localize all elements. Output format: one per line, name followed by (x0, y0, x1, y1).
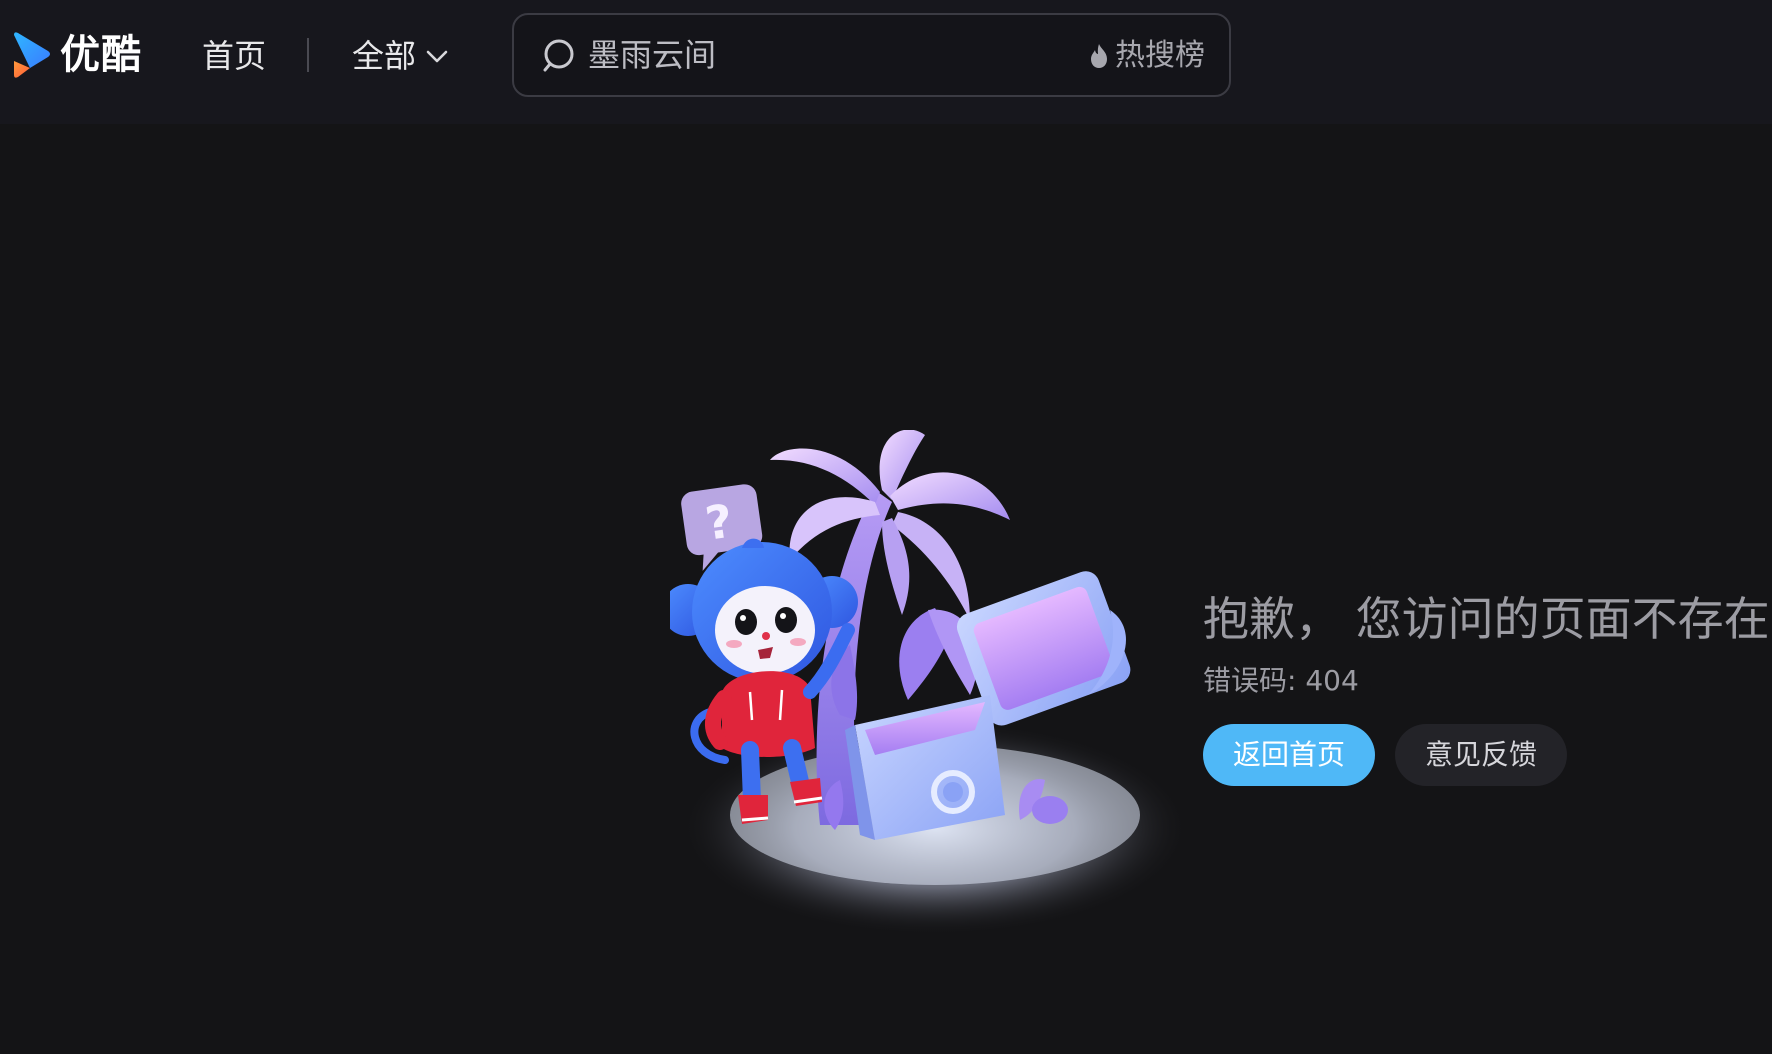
return-home-button[interactable]: 返回首页 (1203, 724, 1375, 786)
not-found-illustration: ? (670, 430, 1190, 936)
nav-all-label: 全部 (352, 37, 417, 75)
error-title: 抱歉， 您访问的页面不存在 (1203, 592, 1770, 646)
search-icon[interactable] (540, 37, 578, 75)
hot-search-link[interactable]: 热搜榜 (1089, 35, 1205, 77)
youku-logo[interactable]: 优酷 (10, 30, 142, 80)
nav-all-dropdown[interactable]: 全部 (352, 34, 450, 78)
feedback-button[interactable]: 意见反馈 (1395, 724, 1567, 786)
logo-text: 优酷 (60, 32, 142, 78)
top-nav-bar: 优酷 首页 全部 热搜榜 (0, 0, 1772, 124)
hot-search-label: 热搜榜 (1115, 38, 1205, 73)
flame-icon (1091, 44, 1107, 68)
search-input[interactable] (586, 27, 1006, 83)
error-code: 错误码: 404 (1203, 664, 1359, 697)
chevron-down-icon (426, 50, 448, 63)
search-box[interactable]: 热搜榜 (512, 13, 1231, 97)
youku-play-logo-icon (14, 32, 50, 78)
nav-divider (307, 38, 309, 72)
nav-home-link[interactable]: 首页 (202, 34, 266, 78)
